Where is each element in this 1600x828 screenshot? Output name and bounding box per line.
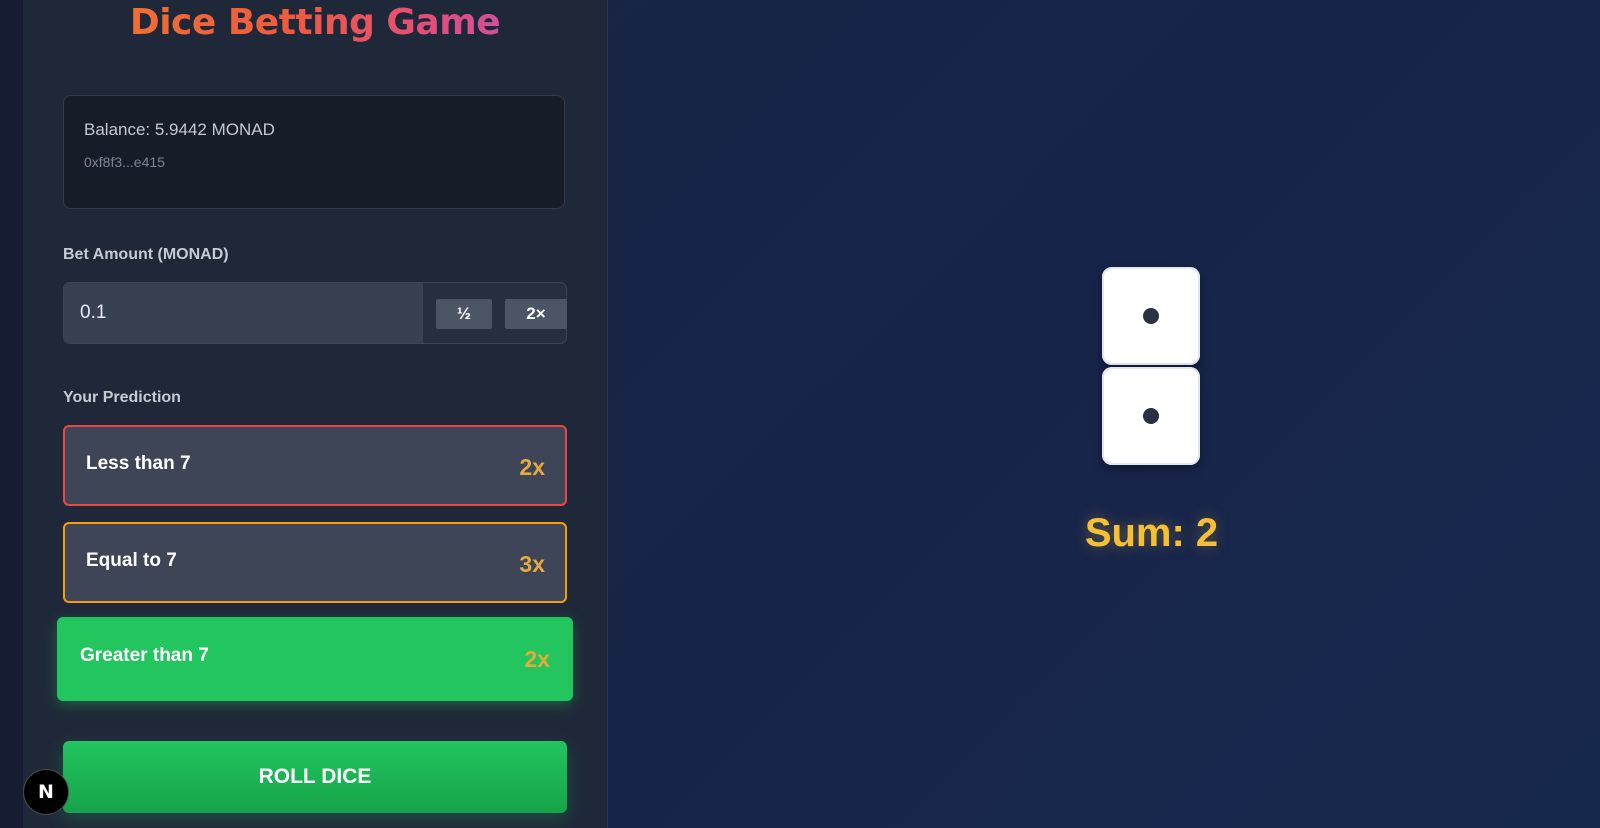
wallet-card: Balance: 5.9442 MONAD 0xf8f3...e415 bbox=[63, 95, 565, 209]
dice-sum: Sum: 2 bbox=[1084, 511, 1219, 555]
bet-amount-label: Bet Amount (MONAD) bbox=[63, 246, 229, 263]
half-bet-button[interactable]: ½ bbox=[436, 299, 492, 329]
option-multiplier: 3x bbox=[519, 551, 545, 577]
bet-amount-input[interactable] bbox=[64, 283, 423, 343]
bet-amount-row: ½ 2× bbox=[63, 282, 567, 344]
prediction-option-equal-to-7[interactable]: Equal to 7 3x bbox=[63, 522, 567, 603]
die-pip bbox=[1143, 308, 1159, 324]
die-pip bbox=[1143, 408, 1159, 424]
option-multiplier: 2x bbox=[524, 646, 550, 672]
option-label: Less than 7 bbox=[86, 453, 191, 474]
die-bottom bbox=[1102, 367, 1200, 465]
balance-text: Balance: 5.9442 MONAD bbox=[84, 120, 275, 139]
left-edge-strip bbox=[0, 0, 23, 828]
prediction-label: Your Prediction bbox=[63, 389, 181, 406]
roll-dice-button[interactable]: ROLL DICE bbox=[63, 741, 567, 813]
page-title: Dice Betting Game bbox=[23, 2, 607, 43]
prediction-option-greater-than-7[interactable]: Greater than 7 2x bbox=[57, 617, 573, 701]
wallet-address: 0xf8f3...e415 bbox=[84, 154, 165, 170]
betting-panel: Dice Betting Game Balance: 5.9442 MONAD … bbox=[23, 0, 608, 828]
app: Dice Betting Game Balance: 5.9442 MONAD … bbox=[0, 0, 1600, 828]
prediction-option-less-than-7[interactable]: Less than 7 2x bbox=[63, 425, 567, 506]
next-logo-badge[interactable]: N bbox=[23, 769, 69, 815]
die-top bbox=[1102, 267, 1200, 365]
option-label: Greater than 7 bbox=[80, 645, 209, 666]
option-label: Equal to 7 bbox=[86, 550, 177, 571]
option-multiplier: 2x bbox=[519, 454, 545, 480]
double-bet-button[interactable]: 2× bbox=[505, 299, 567, 329]
